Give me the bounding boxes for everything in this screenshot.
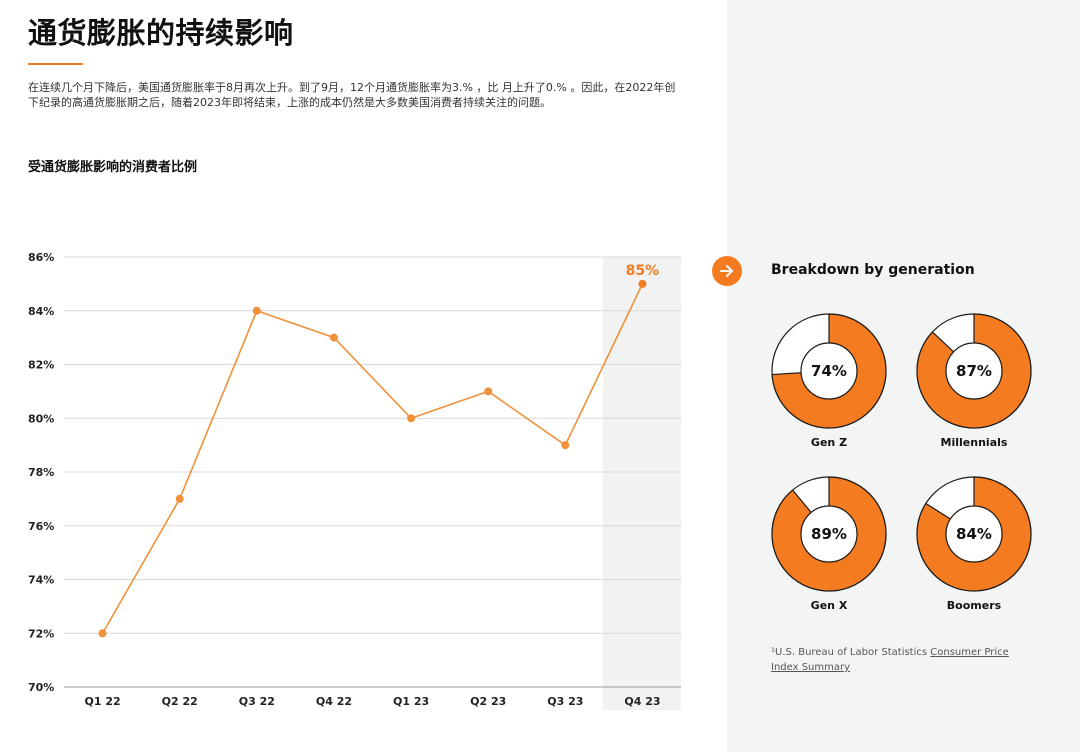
y-tick-label: 82%: [28, 359, 54, 372]
highlight-band: [602, 257, 681, 710]
y-tick-label: 86%: [28, 251, 54, 264]
donut-chart: 84%: [916, 476, 1032, 592]
y-tick-label: 70%: [28, 681, 54, 694]
x-tick-label: Q3 23: [547, 695, 583, 708]
donut-chart: 89%: [771, 476, 887, 592]
data-point: [638, 279, 647, 288]
arrow-right-icon[interactable]: [711, 255, 743, 287]
y-tick-label: 84%: [28, 305, 54, 318]
donut-generation-label: Gen Z: [810, 436, 848, 449]
x-tick-label: Q2 22: [162, 695, 198, 708]
data-point: [252, 306, 261, 315]
donut-chart: 87%: [916, 313, 1032, 429]
y-tick-label: 72%: [28, 627, 54, 640]
footnote: ¹U.S. Bureau of Labor Statistics Consume…: [771, 645, 1031, 675]
line-chart: 70% 72% 74% 76% 78% 80% 82% 84% 86% Q1 22 Q2 22 Q3 …: [28, 251, 681, 710]
donut-generation-label: Boomers: [946, 599, 1002, 612]
donut-value-label: 89%: [811, 525, 847, 543]
y-tick-label: 80%: [28, 412, 54, 425]
title-underline: [28, 63, 83, 65]
data-point: [98, 629, 107, 638]
donut-value-label: 74%: [811, 362, 847, 380]
donut-boomers: 84% Boomers: [915, 475, 1033, 612]
y-tick-label: 76%: [28, 520, 54, 533]
donut-gen-z: 74% Gen Z: [770, 312, 888, 449]
donut-generation-label: Millennials: [940, 436, 1008, 449]
x-tick-label: Q1 23: [393, 695, 429, 708]
x-tick-label: Q2 23: [470, 695, 506, 708]
donut-generation-label: Gen X: [810, 599, 848, 612]
donut-value-label: 87%: [956, 362, 992, 380]
x-tick-label: Q1 22: [84, 695, 120, 708]
breakdown-title: Breakdown by generation: [771, 262, 975, 278]
donut-value-label: 84%: [956, 525, 992, 543]
data-point: [561, 441, 570, 450]
x-tick-label: Q4 22: [316, 695, 352, 708]
series-line: [101, 283, 644, 634]
data-point: [175, 494, 184, 503]
y-tick-label: 74%: [28, 574, 54, 587]
highlight-data-label: 85%: [626, 263, 660, 279]
data-point: [407, 414, 416, 423]
donut-gen-x: 89% Gen X: [770, 475, 888, 612]
x-tick-label: Q4 23: [624, 695, 660, 708]
page-title: 通货膨胀的持续影响: [28, 16, 294, 50]
chart-title: 受通货膨胀影响的消费者比例: [28, 160, 198, 175]
data-point: [329, 333, 338, 342]
donut-chart: 74%: [771, 313, 887, 429]
intro-paragraph: 在连续几个月下降后，美国通货膨胀率于8月再次上升。到了9月，12个月通货膨胀率为…: [28, 81, 676, 109]
donut-millennials: 87% Millennials: [915, 312, 1033, 449]
x-tick-label: Q3 22: [239, 695, 275, 708]
data-point: [484, 387, 493, 396]
footnote-source: ¹U.S. Bureau of Labor Statistics: [771, 647, 931, 658]
y-tick-label: 78%: [28, 466, 54, 479]
